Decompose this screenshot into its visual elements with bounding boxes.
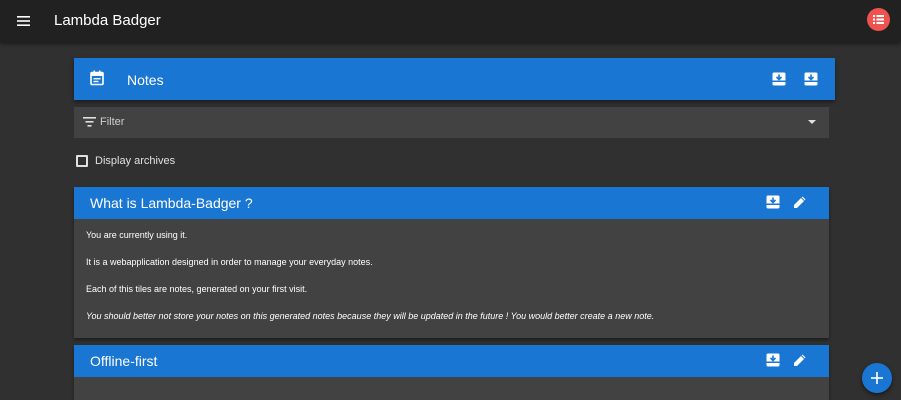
note-paragraph: Each of this tiles are notes, generated … bbox=[86, 284, 308, 294]
note-card-header: Offline-first bbox=[74, 345, 829, 377]
note-card: Offline-first bbox=[74, 345, 829, 400]
note-card: What is Lambda-Badger ? You are currentl… bbox=[74, 187, 829, 338]
chevron-down-icon bbox=[808, 120, 816, 124]
display-archives-toggle[interactable]: Display archives bbox=[76, 154, 175, 168]
page-title: Notes bbox=[127, 72, 164, 88]
pencil-icon[interactable] bbox=[792, 194, 808, 210]
menu-icon[interactable] bbox=[14, 11, 34, 31]
display-archives-checkbox[interactable] bbox=[76, 155, 88, 167]
note-body: You are currently using it. It is a weba… bbox=[74, 219, 829, 322]
display-archives-label: Display archives bbox=[95, 155, 176, 167]
filter-select[interactable]: Filter bbox=[74, 107, 829, 138]
app-bar: Lambda Badger bbox=[0, 0, 901, 42]
filter-label: Filter bbox=[100, 116, 125, 128]
note-paragraph: You are currently using it. bbox=[86, 230, 188, 240]
import-icon[interactable] bbox=[771, 71, 787, 87]
note-paragraph: It is a webapplication designed in order… bbox=[86, 257, 373, 267]
add-note-button[interactable] bbox=[862, 363, 892, 393]
notes-header: Notes bbox=[74, 58, 835, 100]
plus-icon bbox=[871, 372, 883, 384]
note-paragraph-emphasis: You should better not store your notes o… bbox=[86, 311, 655, 321]
list-icon bbox=[873, 15, 884, 24]
avatar-button[interactable] bbox=[867, 8, 890, 31]
note-title: What is Lambda-Badger ? bbox=[90, 195, 253, 211]
archive-icon[interactable] bbox=[765, 352, 781, 368]
note-card-header: What is Lambda-Badger ? bbox=[74, 187, 829, 219]
calendar-icon bbox=[90, 70, 104, 86]
export-icon[interactable] bbox=[803, 71, 819, 87]
app-title: Lambda Badger bbox=[54, 12, 161, 29]
pencil-icon[interactable] bbox=[792, 352, 808, 368]
filter-icon bbox=[83, 117, 96, 127]
archive-icon[interactable] bbox=[765, 194, 781, 210]
note-title: Offline-first bbox=[90, 353, 158, 369]
